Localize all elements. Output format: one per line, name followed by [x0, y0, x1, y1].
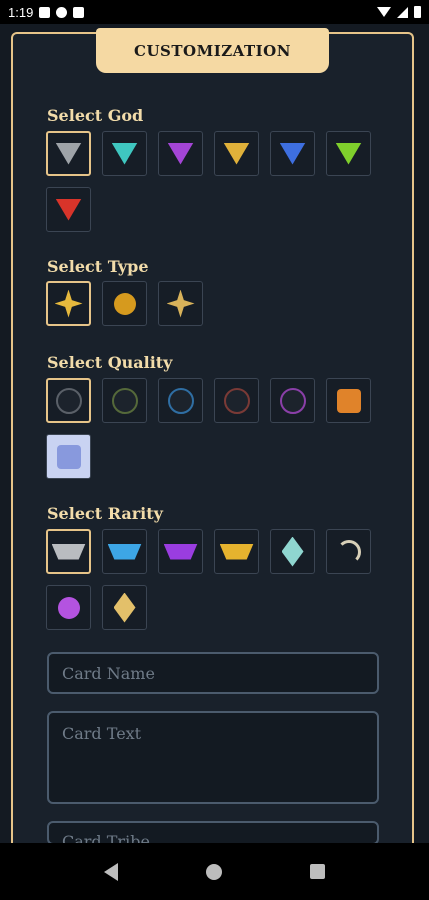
- type-options: [46, 281, 386, 326]
- rarity-option[interactable]: [102, 585, 147, 630]
- quality-option[interactable]: [46, 434, 91, 479]
- rarity-crown-icon: [113, 592, 136, 623]
- home-icon[interactable]: [206, 863, 222, 880]
- rarity-options: [46, 529, 386, 630]
- rarity-option[interactable]: [158, 529, 203, 574]
- select-god-label: Select God: [47, 106, 144, 125]
- rarity-option[interactable]: [326, 529, 371, 574]
- rarity-crystal-icon: [281, 536, 304, 567]
- status-bar: 1:19: [0, 0, 429, 24]
- rarity-option[interactable]: [46, 585, 91, 630]
- quality-option[interactable]: [102, 378, 147, 423]
- quality-red-icon: [223, 387, 250, 414]
- signal-icon: [397, 6, 408, 18]
- quality-option[interactable]: [270, 378, 315, 423]
- quality-blue-icon: [167, 387, 194, 414]
- rarity-arc-icon: [336, 539, 361, 564]
- quality-purple-icon: [279, 387, 306, 414]
- select-type-label: Select Type: [47, 257, 149, 276]
- rarity-gold-icon: [219, 543, 254, 560]
- rarity-option[interactable]: [270, 529, 315, 574]
- purple-god-icon: [167, 142, 194, 165]
- type-option[interactable]: [46, 281, 91, 326]
- god-option[interactable]: [46, 187, 91, 232]
- quality-option[interactable]: [46, 378, 91, 423]
- crossed-swords-icon: [54, 289, 83, 318]
- green-god-icon: [335, 142, 362, 165]
- quality-options: [46, 378, 386, 479]
- rarity-option[interactable]: [214, 529, 259, 574]
- back-icon[interactable]: [104, 862, 118, 881]
- rarity-silver-icon: [51, 543, 86, 560]
- select-rarity-label: Select Rarity: [47, 504, 163, 523]
- card-name-field[interactable]: Card Name: [47, 652, 379, 694]
- quality-option[interactable]: [158, 378, 203, 423]
- god-option[interactable]: [46, 131, 91, 176]
- rarity-blue-icon: [107, 543, 142, 560]
- recents-icon[interactable]: [310, 864, 325, 879]
- red-god-icon: [55, 198, 82, 221]
- quality-option[interactable]: [214, 378, 259, 423]
- sd-card-icon: [73, 6, 85, 18]
- rarity-option[interactable]: [102, 529, 147, 574]
- card-text-field[interactable]: Card Text: [47, 711, 379, 804]
- rarity-purple-icon: [163, 543, 198, 560]
- card-tribe-field[interactable]: Card Tribe: [47, 821, 379, 845]
- photo-icon: [39, 6, 51, 18]
- god-options: [46, 131, 386, 232]
- rarity-orb-icon: [57, 596, 80, 619]
- silver-god-icon: [55, 142, 82, 165]
- quality-white-icon: [56, 444, 81, 469]
- type-option[interactable]: [158, 281, 203, 326]
- navigation-bar: [0, 843, 429, 900]
- god-option[interactable]: [158, 131, 203, 176]
- blue-god-icon: [279, 142, 306, 165]
- fan-icon: [56, 6, 68, 18]
- quality-option[interactable]: [326, 378, 371, 423]
- god-option[interactable]: [102, 131, 147, 176]
- wifi-icon: [377, 7, 391, 17]
- god-option[interactable]: [214, 131, 259, 176]
- quality-grey-icon: [55, 387, 82, 414]
- select-quality-label: Select Quality: [47, 353, 173, 372]
- crossed-swords-alt-icon: [166, 289, 195, 318]
- rarity-option[interactable]: [46, 529, 91, 574]
- god-option[interactable]: [270, 131, 315, 176]
- teal-god-icon: [111, 142, 138, 165]
- god-option[interactable]: [326, 131, 371, 176]
- quality-orange-icon: [336, 388, 361, 413]
- battery-icon: [414, 6, 421, 18]
- orb-icon: [113, 292, 136, 315]
- quality-green-icon: [111, 387, 138, 414]
- type-option[interactable]: [102, 281, 147, 326]
- clock: 1:19: [8, 4, 34, 20]
- gold-god-icon: [223, 142, 250, 165]
- page-title: CUSTOMIZATION: [96, 28, 329, 73]
